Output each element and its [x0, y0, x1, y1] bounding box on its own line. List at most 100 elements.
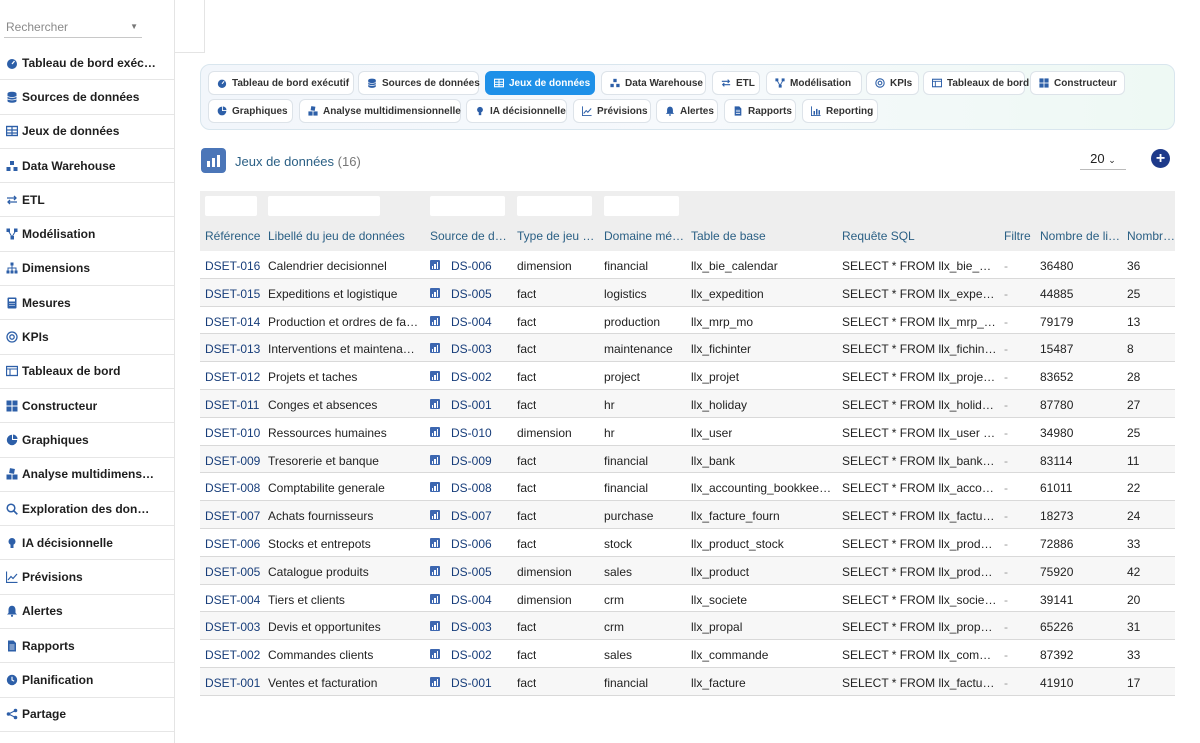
- column-header[interactable]: Nombre de li…: [1040, 229, 1120, 243]
- cell-source[interactable]: DS-001: [451, 398, 492, 412]
- cell-reference[interactable]: DSET-003: [205, 620, 260, 634]
- table-row[interactable]: DSET-015 Expeditions et logistique DS-005 f…: [200, 278, 1175, 307]
- cell-source[interactable]: DS-004: [451, 315, 492, 329]
- cell-reference[interactable]: DSET-016: [205, 259, 260, 273]
- table-row[interactable]: DSET-008 Comptabilite generale DS-008 fact f…: [200, 473, 1175, 502]
- cell-reference[interactable]: DSET-002: [205, 648, 260, 662]
- cell-source[interactable]: DS-004: [451, 593, 492, 607]
- cell-reference[interactable]: DSET-012: [205, 370, 260, 384]
- cell-reference[interactable]: DSET-006: [205, 537, 260, 551]
- column-header[interactable]: Table de base: [691, 229, 766, 243]
- tab[interactable]: Graphiques: [208, 99, 293, 123]
- sidebar-item[interactable]: Tableau de bord exéc…: [0, 46, 174, 81]
- tab[interactable]: Modélisation: [766, 71, 862, 95]
- sidebar-item[interactable]: KPIs: [0, 320, 174, 355]
- cell-reference[interactable]: DSET-011: [205, 398, 259, 412]
- column-header[interactable]: Nombre d…: [1127, 229, 1175, 243]
- sidebar-item[interactable]: ETL: [0, 183, 174, 218]
- tab[interactable]: Prévisions: [573, 99, 651, 123]
- tab[interactable]: Sources de données: [358, 71, 480, 95]
- sidebar-item[interactable]: Planification: [0, 663, 174, 698]
- add-dataset-button[interactable]: +: [1151, 149, 1170, 168]
- cell-reference[interactable]: DSET-001: [205, 676, 260, 690]
- tab[interactable]: Reporting: [802, 99, 878, 123]
- tab[interactable]: Tableaux de bord: [923, 71, 1029, 95]
- sidebar-item[interactable]: Prévisions: [0, 560, 174, 595]
- table-row[interactable]: DSET-003 Devis et opportunites DS-003 fact c…: [200, 612, 1175, 641]
- cell-reference[interactable]: DSET-013: [205, 342, 260, 356]
- table-row[interactable]: DSET-007 Achats fournisseurs DS-007 fact pur…: [200, 501, 1175, 529]
- sidebar-item[interactable]: Graphiques: [0, 423, 174, 458]
- column-header[interactable]: Source de d…: [430, 229, 507, 243]
- tab[interactable]: KPIs: [866, 71, 919, 95]
- cell-reference[interactable]: DSET-007: [205, 509, 260, 523]
- cell-reference[interactable]: DSET-009: [205, 454, 260, 468]
- sidebar-item[interactable]: IA décisionnelle: [0, 526, 174, 561]
- sidebar-item[interactable]: Partage: [0, 698, 174, 732]
- tab[interactable]: IA décisionnelle: [466, 99, 567, 123]
- cell-reference[interactable]: DSET-004: [205, 593, 260, 607]
- cell-source[interactable]: DS-001: [451, 676, 492, 690]
- column-header[interactable]: Filtre: [1004, 229, 1031, 243]
- table-row[interactable]: DSET-006 Stocks et entrepots DS-006 fact sto…: [200, 528, 1175, 557]
- table-row[interactable]: DSET-012 Projets et taches DS-002 fact proje…: [200, 362, 1175, 390]
- tab[interactable]: ETL: [712, 71, 760, 95]
- per-page-select[interactable]: 20 ⌄: [1080, 150, 1126, 170]
- table-row[interactable]: DSET-013 Interventions et maintenance DS-0…: [200, 334, 1175, 363]
- column-filter-input[interactable]: [517, 196, 592, 216]
- chevron-down-icon[interactable]: ▼: [130, 22, 138, 31]
- column-header[interactable]: Requête SQL: [842, 229, 915, 243]
- cell-source[interactable]: DS-002: [451, 370, 492, 384]
- column-filter-input[interactable]: [205, 196, 257, 216]
- cell-source[interactable]: DS-003: [451, 620, 492, 634]
- sidebar-item[interactable]: Rapports: [0, 629, 174, 664]
- cell-reference[interactable]: DSET-008: [205, 481, 260, 495]
- table-row[interactable]: DSET-014 Production et ordres de fabr… DS-…: [200, 306, 1175, 335]
- tab[interactable]: Jeux de données: [485, 71, 595, 95]
- column-filter-input[interactable]: [268, 196, 380, 216]
- table-row[interactable]: DSET-004 Tiers et clients DS-004 dimension c…: [200, 584, 1175, 613]
- sidebar-item[interactable]: Data Warehouse: [0, 149, 174, 184]
- cell-source[interactable]: DS-007: [451, 509, 492, 523]
- table-row[interactable]: DSET-001 Ventes et facturation DS-001 fact f…: [200, 667, 1175, 696]
- sidebar-search-input[interactable]: Rechercher ▼: [4, 14, 142, 38]
- table-row[interactable]: DSET-009 Tresorerie et banque DS-009 fact fi…: [200, 445, 1175, 474]
- sidebar-item[interactable]: Constructeur: [0, 389, 174, 424]
- tab[interactable]: Rapports: [724, 99, 796, 123]
- cell-source[interactable]: DS-005: [451, 287, 492, 301]
- sidebar-item[interactable]: Dimensions: [0, 252, 174, 287]
- table-row[interactable]: DSET-010 Ressources humaines DS-010 dimensi…: [200, 417, 1175, 446]
- sidebar-item[interactable]: Analyse multidimens…: [0, 458, 174, 492]
- column-header[interactable]: Libellé du jeu de données: [268, 229, 405, 243]
- table-row[interactable]: DSET-002 Commandes clients DS-002 fact sales…: [200, 640, 1175, 668]
- cell-source[interactable]: DS-005: [451, 565, 492, 579]
- cell-reference[interactable]: DSET-005: [205, 565, 260, 579]
- cell-reference[interactable]: DSET-014: [205, 315, 260, 329]
- column-header[interactable]: Domaine mé…: [604, 229, 684, 243]
- table-row[interactable]: DSET-005 Catalogue produits DS-005 dimensio…: [200, 556, 1175, 585]
- tab[interactable]: Analyse multidimensionnelle: [299, 99, 461, 123]
- column-filter-input[interactable]: [430, 196, 505, 216]
- tab[interactable]: Tableau de bord exécutif: [208, 71, 354, 95]
- cell-source[interactable]: DS-003: [451, 342, 492, 356]
- cell-reference[interactable]: DSET-015: [205, 287, 260, 301]
- cell-source[interactable]: DS-009: [451, 454, 492, 468]
- cell-source[interactable]: DS-006: [451, 537, 492, 551]
- column-header[interactable]: Type de jeu …: [517, 229, 594, 243]
- column-filter-input[interactable]: [604, 196, 679, 216]
- sidebar-item[interactable]: Modélisation: [0, 217, 174, 252]
- sidebar-item[interactable]: Tableaux de bord: [0, 355, 174, 389]
- sidebar-item[interactable]: Exploration des don…: [0, 492, 174, 527]
- cell-source[interactable]: DS-006: [451, 259, 492, 273]
- tab[interactable]: Alertes: [656, 99, 718, 123]
- sidebar-item[interactable]: Mesures: [0, 286, 174, 321]
- table-row[interactable]: DSET-011 Conges et absences DS-001 fact hr ll…: [200, 389, 1175, 418]
- tab[interactable]: Constructeur: [1030, 71, 1125, 95]
- cell-source[interactable]: DS-010: [451, 426, 492, 440]
- sidebar-item[interactable]: Jeux de données: [0, 115, 174, 149]
- tab[interactable]: Data Warehouse: [601, 71, 706, 95]
- sidebar-item[interactable]: Sources de données: [0, 80, 174, 115]
- column-header[interactable]: Référence: [205, 229, 260, 243]
- cell-source[interactable]: DS-008: [451, 481, 492, 495]
- table-row[interactable]: DSET-016 Calendrier decisionnel DS-006 dime…: [200, 251, 1175, 279]
